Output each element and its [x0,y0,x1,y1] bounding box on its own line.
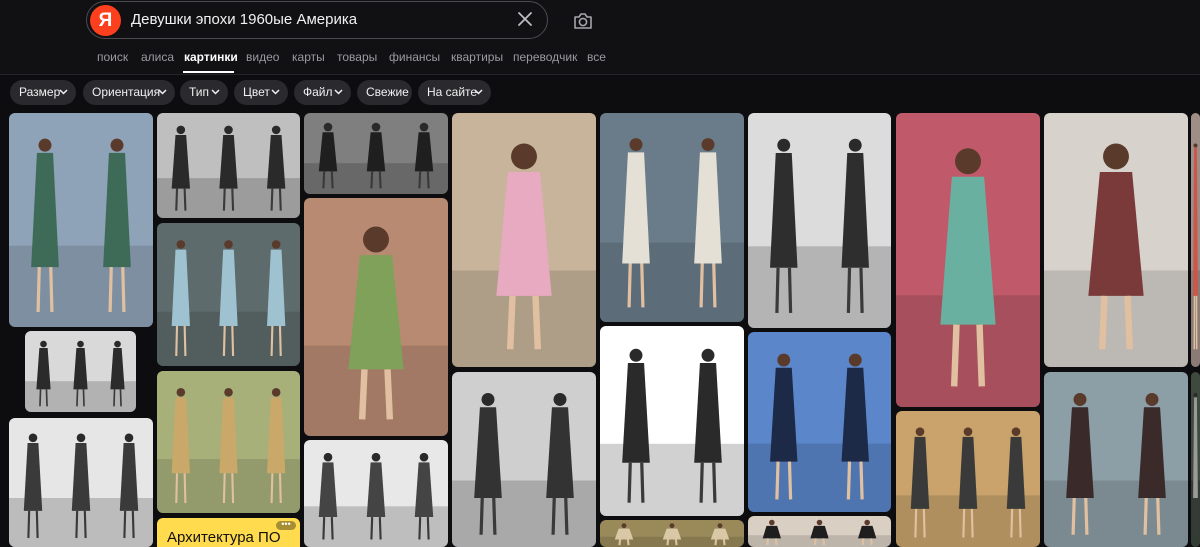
image-result[interactable] [600,113,744,322]
image-thumbnail [748,332,891,512]
image-thumbnail [896,113,1040,407]
image-result[interactable] [1191,372,1200,547]
image-thumbnail [157,113,300,218]
image-thumbnail [600,520,744,547]
image-result[interactable] [304,440,448,547]
image-result[interactable] [25,331,136,412]
image-thumbnail [304,198,448,436]
image-result[interactable] [748,113,891,328]
image-result[interactable] [748,332,891,512]
image-thumbnail [452,372,596,547]
image-result[interactable] [896,113,1040,407]
image-thumbnail [9,418,153,547]
image-result[interactable] [157,371,300,513]
image-result[interactable] [157,113,300,218]
image-thumbnail [600,113,744,322]
image-result[interactable] [896,411,1040,547]
image-thumbnail [1044,113,1188,367]
image-thumbnail [896,411,1040,547]
image-result[interactable] [452,372,596,547]
image-result[interactable] [157,223,300,366]
image-result[interactable] [748,516,891,547]
image-thumbnail [304,440,448,547]
image-result[interactable] [1044,372,1188,547]
image-thumbnail [452,113,596,367]
image-thumbnail [748,516,891,547]
image-result[interactable] [452,113,596,367]
image-thumbnail [304,113,448,194]
image-result[interactable] [9,113,153,327]
image-result[interactable] [304,113,448,194]
image-result[interactable] [600,326,744,516]
image-thumbnail [157,223,300,366]
image-thumbnail [1191,113,1200,367]
image-result[interactable] [304,198,448,436]
image-thumbnail [1191,372,1200,547]
image-results-grid: Архитектура ПО ••• [0,0,1200,547]
image-result[interactable] [600,520,744,547]
ad-card[interactable]: Архитектура ПО ••• [157,518,300,547]
image-thumbnail [748,113,891,328]
image-thumbnail [1044,372,1188,547]
ad-title: Архитектура ПО [167,529,281,546]
image-result[interactable] [1191,113,1200,367]
image-result[interactable] [1044,113,1188,367]
image-thumbnail [9,113,153,327]
image-thumbnail [25,331,136,412]
more-options-icon[interactable]: ••• [276,520,296,530]
image-thumbnail [157,371,300,513]
image-thumbnail [600,326,744,516]
image-result[interactable] [9,418,153,547]
